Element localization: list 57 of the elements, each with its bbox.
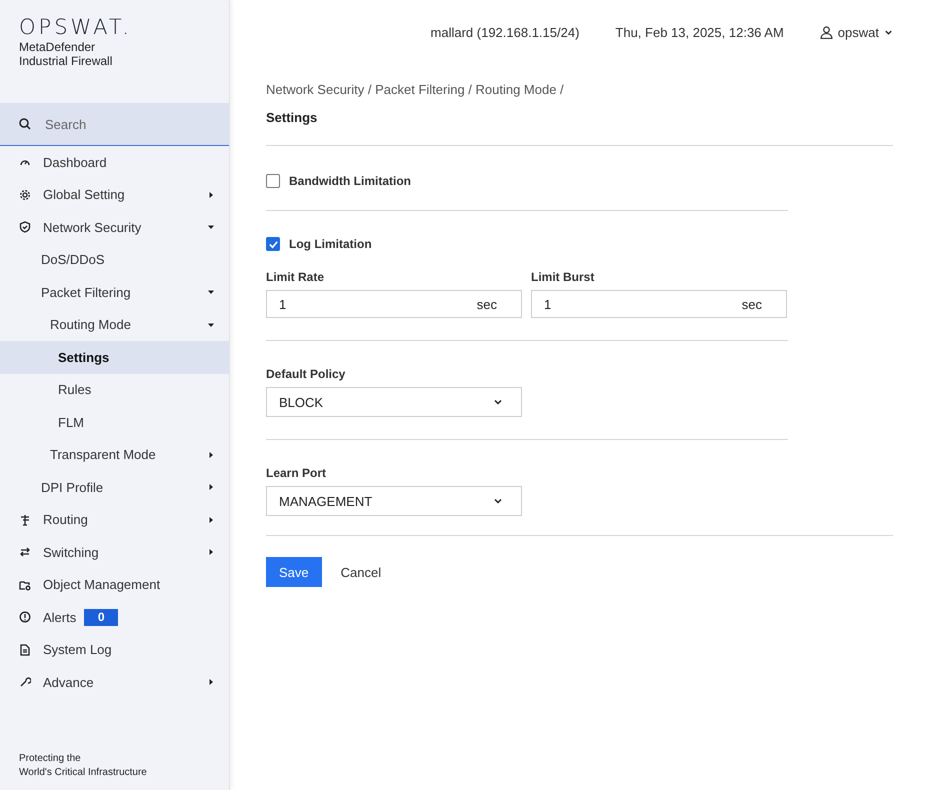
document-icon <box>19 644 31 656</box>
user-menu[interactable]: opswat <box>820 24 893 40</box>
nav-item[interactable]: Dashboard <box>0 146 229 178</box>
nav-item[interactable]: Settings <box>0 341 229 374</box>
nav-item[interactable]: Rules <box>0 374 229 406</box>
product-name: MetaDefender <box>19 40 96 54</box>
search-icon <box>19 118 31 130</box>
nav-item[interactable]: Alerts 0 <box>0 601 229 634</box>
shield-icon <box>19 221 31 234</box>
field-label: Limit Burst <box>531 270 596 284</box>
nav-item[interactable]: Network Security <box>0 211 229 244</box>
nav-item[interactable]: Routing Mode <box>0 308 229 341</box>
alert-count-badge: 0 <box>84 608 118 626</box>
save-button[interactable]: Save <box>266 557 322 587</box>
field-label: Limit Rate <box>266 270 326 284</box>
input-field[interactable]: 1 sec <box>266 290 522 318</box>
swap-arrows-icon <box>19 546 31 558</box>
nav-item[interactable]: Global Setting <box>0 178 229 211</box>
nav-item[interactable]: DoS/DDoS <box>0 244 229 276</box>
nav-item[interactable]: Object Management <box>0 568 229 601</box>
tagline: Protecting the <box>19 752 82 766</box>
input-field[interactable]: 1 sec <box>531 290 787 318</box>
checkbox-label: Bandwidth Limitation <box>289 174 411 188</box>
port-dropdown[interactable]: MANAGEMENT <box>266 486 522 516</box>
nav-item[interactable]: Packet Filtering <box>0 276 229 308</box>
host-name: mallard (192.168.1.15/24) <box>430 24 580 40</box>
date-time: Thu, Feb 13, 2025, 12:36 AM <box>615 24 784 40</box>
signpost-icon <box>19 514 31 526</box>
cancel-button[interactable]: Cancel <box>328 557 394 587</box>
nav-item[interactable]: Transparent Mode <box>0 438 229 471</box>
tagline: World's Critical Infrastructure <box>19 766 148 780</box>
folder-gear-icon <box>19 578 31 591</box>
search-field[interactable]: Search <box>43 116 207 132</box>
nav-item[interactable]: Routing <box>0 504 229 536</box>
nav-item[interactable]: FLM <box>0 406 229 438</box>
chevron-down-icon <box>493 496 503 506</box>
nav-item[interactable]: DPI Profile <box>0 471 229 504</box>
breadcrumb: Network Security / Packet Filtering / Routing Mode / <box>266 82 564 98</box>
product-name: Industrial Firewall <box>19 54 114 68</box>
field-label: Default Policy <box>266 367 346 381</box>
search-field[interactable]: Search <box>0 103 229 146</box>
policy-dropdown[interactable]: BLOCK <box>266 387 522 417</box>
gear-icon <box>19 188 31 201</box>
chevron-down-icon <box>884 28 893 36</box>
user-icon <box>820 26 833 38</box>
wrench-icon <box>19 676 31 688</box>
nav-item[interactable]: Switching <box>0 536 229 568</box>
checkbox[interactable] <box>266 174 280 188</box>
page-title: Settings <box>266 110 318 126</box>
checkbox[interactable] <box>266 237 280 251</box>
alert-icon <box>19 611 31 624</box>
field-label: Learn Port <box>266 466 326 480</box>
chevron-down-icon <box>493 397 503 407</box>
checkbox-label: Log Limitation <box>289 237 372 251</box>
logo: OPSWAT. <box>19 14 133 40</box>
nav-item[interactable]: System Log <box>0 634 229 666</box>
nav-item[interactable]: Advance <box>0 666 229 698</box>
